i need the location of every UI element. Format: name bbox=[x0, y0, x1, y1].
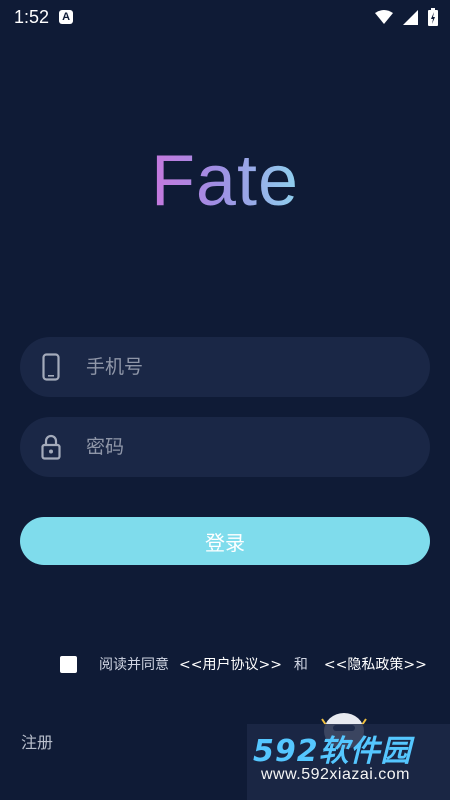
agreement-prefix: 阅读并同意 bbox=[99, 657, 169, 673]
watermark-brand: 592软件园 bbox=[253, 734, 412, 769]
signal-icon bbox=[403, 9, 418, 25]
notification-badge-icon: A bbox=[59, 10, 74, 24]
phone-input[interactable] bbox=[84, 355, 388, 379]
phone-field[interactable] bbox=[20, 337, 430, 397]
status-bar-left: 1:52 A bbox=[14, 6, 74, 28]
agreement-checkbox[interactable] bbox=[60, 655, 77, 673]
app-logo: Fate bbox=[0, 140, 450, 222]
battery-icon bbox=[428, 8, 438, 26]
password-field[interactable] bbox=[20, 417, 430, 477]
agreement-row: 阅读并同意 <<用户协议>> 和 <<隐私政策>> bbox=[60, 654, 427, 674]
register-link[interactable]: 注册 bbox=[21, 729, 53, 753]
app-logo-text: Fate bbox=[150, 141, 300, 221]
status-time: 1:52 bbox=[14, 6, 50, 27]
password-input[interactable] bbox=[84, 435, 388, 459]
watermark-url: www.592xiazai.com bbox=[261, 766, 410, 783]
wifi-icon bbox=[375, 10, 393, 24]
login-button[interactable]: 登录 bbox=[20, 517, 430, 565]
user-agreement-link[interactable]: <<用户协议>> bbox=[179, 654, 282, 674]
agreement-and: 和 bbox=[293, 657, 308, 673]
status-bar: 1:52 A bbox=[0, 0, 450, 34]
privacy-policy-link[interactable]: <<隐私政策>> bbox=[324, 654, 427, 674]
status-bar-right bbox=[375, 8, 438, 26]
lock-icon bbox=[40, 431, 62, 463]
watermark: 592软件园 www.592xiazai.com bbox=[247, 724, 450, 800]
phone-icon bbox=[40, 351, 62, 383]
